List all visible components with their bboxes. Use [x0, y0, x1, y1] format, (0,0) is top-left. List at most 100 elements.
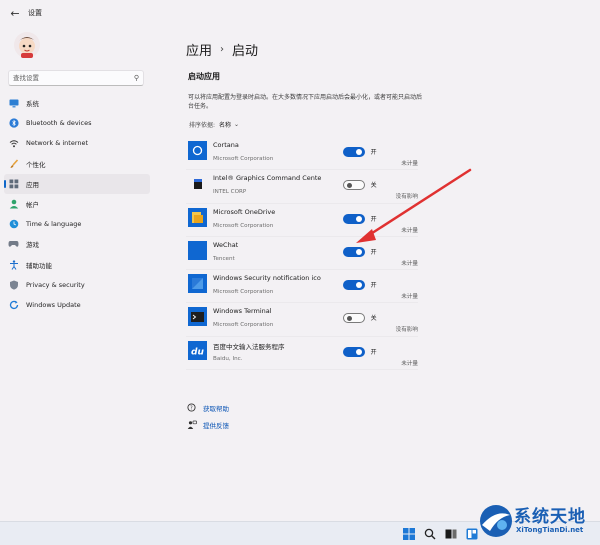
startup-impact: 未计量 — [401, 294, 418, 301]
app-name: Cortana — [213, 141, 239, 149]
app-name: Windows Security notification icon — [213, 274, 321, 283]
sidebar-item-label: Network & internet — [26, 139, 89, 148]
sidebar-item-accessibility[interactable]: 辅助功能 — [4, 255, 150, 275]
breadcrumb-parent[interactable]: 应用 — [186, 40, 212, 59]
app-name: WeChat — [213, 240, 239, 249]
toggle-state-label: 开 — [370, 282, 377, 290]
app-name: Intel® Graphics Command Center S... — [213, 174, 321, 183]
chevron-down-icon[interactable]: ⌄ — [234, 121, 239, 128]
startup-impact: 未计量 — [401, 360, 418, 367]
back-arrow-icon[interactable]: ← — [4, 2, 26, 24]
section-description: 可以将应用配置为登录时启动。在大多数情况下应用启动后会最小化，或者可能只启动后台… — [188, 94, 423, 110]
toggle-state-label: 开 — [370, 348, 377, 356]
app-publisher: Microsoft Corporation — [213, 289, 274, 296]
sidebar-item-windows-update[interactable]: Windows Update — [4, 295, 150, 315]
list-item: Cortana Microsoft Corporation 开 未计量 — [186, 137, 418, 171]
toggle-state-label: 开 — [370, 149, 377, 156]
sidebar-item-label: 个性化 — [26, 160, 46, 169]
section-title: 启动应用 — [188, 72, 220, 81]
globe-clock-icon — [8, 219, 19, 230]
wifi-icon — [8, 138, 19, 149]
avatar[interactable] — [12, 30, 42, 60]
list-item: Intel® Graphics Command Center S... INTE… — [186, 170, 418, 204]
sidebar-item-network-internet[interactable]: Network & internet — [4, 133, 150, 153]
search-icon[interactable]: ⚲ — [134, 74, 139, 82]
terminal-icon — [188, 307, 207, 327]
gamepad-icon — [8, 239, 19, 250]
app-publisher: Microsoft Corporation — [213, 322, 274, 329]
search-icon[interactable] — [423, 527, 437, 541]
sort-value[interactable]: 名称 — [219, 120, 231, 129]
sidebar-nav: 系统 Bluetooth & devices Network & interne… — [4, 93, 150, 315]
give-feedback-label[interactable]: 提供反馈 — [203, 420, 229, 430]
bluetooth-icon — [8, 118, 19, 129]
watermark-subtitle: XiTongTianDi.net — [516, 526, 584, 534]
task-view-icon[interactable] — [444, 527, 458, 541]
get-help-link[interactable]: ? 获取帮助 — [186, 400, 229, 416]
sidebar-item-label: Windows Update — [26, 300, 81, 309]
toggle-state-label: 开 — [370, 215, 377, 223]
sidebar-item-label: Bluetooth & devices — [26, 119, 92, 128]
sidebar-item-bluetooth-devices[interactable]: Bluetooth & devices — [4, 113, 150, 133]
give-feedback-link[interactable]: 提供反馈 — [186, 417, 229, 433]
window-title: 设置 — [28, 9, 42, 17]
sidebar-item-system[interactable]: 系统 — [4, 93, 150, 113]
startup-impact: 未计量 — [401, 161, 418, 167]
sidebar-item-personalization[interactable]: 个性化 — [4, 154, 150, 174]
search-input[interactable] — [13, 74, 134, 82]
watermark-title: 系统天地 — [514, 507, 586, 527]
toggle-state-label: 关 — [370, 315, 377, 323]
list-item: du 百度中文输入法服务程序 Baidu, Inc. 开 未计量 — [186, 337, 418, 371]
startup-toggle[interactable] — [342, 147, 365, 157]
watermark-logo: 系统天地 XiTongTianDi.net — [476, 498, 600, 545]
sort-label: 排序依据: — [189, 122, 216, 129]
app-name: Windows Terminal — [213, 307, 272, 316]
startup-toggle[interactable] — [342, 313, 365, 324]
sidebar-item-label: 帐户 — [26, 201, 39, 210]
chevron-right-icon: › — [220, 44, 225, 55]
list-item: WeChat Tencent 开 未计量 — [186, 237, 418, 271]
startup-app-list: Cortana Microsoft Corporation 开 未计量 Inte… — [186, 137, 418, 371]
startup-impact: 没有影响 — [395, 194, 418, 201]
app-publisher: Tencent — [213, 255, 235, 262]
help-icon: ? — [186, 403, 197, 414]
get-help-label[interactable]: 获取帮助 — [203, 403, 229, 413]
sidebar-item-label: 应用 — [26, 180, 39, 189]
toggle-state-label: 开 — [370, 248, 377, 256]
update-icon — [8, 299, 19, 310]
list-item: Windows Security notification icon Micro… — [186, 270, 418, 304]
shield-icon — [8, 279, 19, 290]
app-name: 百度中文输入法服务程序 — [213, 342, 285, 351]
startup-toggle[interactable] — [342, 346, 365, 357]
svg-text:?: ? — [190, 405, 193, 411]
brush-icon — [8, 158, 19, 169]
list-item: Windows Terminal Microsoft Corporation 关… — [186, 303, 418, 337]
startup-impact: 没有影响 — [395, 327, 418, 334]
sidebar-item-gaming[interactable]: 游戏 — [4, 234, 150, 254]
wechat-icon — [188, 240, 207, 260]
startup-toggle[interactable] — [342, 280, 365, 291]
sidebar-item-label: Privacy & security — [26, 280, 85, 289]
startup-toggle[interactable] — [342, 180, 365, 191]
help-links: ? 获取帮助 提供反馈 — [186, 400, 229, 434]
apps-icon — [8, 178, 19, 189]
sidebar-item-time-language[interactable]: Time & language — [4, 214, 150, 234]
sidebar-item-accounts[interactable]: 帐户 — [4, 194, 150, 214]
cortana-icon — [188, 141, 207, 160]
sidebar-item-label: 辅助功能 — [26, 261, 52, 270]
search-box[interactable]: ⚲ — [8, 70, 144, 86]
accessibility-icon — [8, 259, 19, 270]
sidebar-item-privacy-security[interactable]: Privacy & security — [4, 275, 150, 295]
startup-toggle[interactable] — [342, 246, 365, 257]
startup-toggle[interactable] — [342, 213, 365, 224]
breadcrumb-current: 启动 — [232, 44, 259, 59]
sort-control[interactable]: 排序依据: 名称 ⌄ — [189, 120, 239, 129]
svg-text:du: du — [191, 347, 204, 357]
app-publisher: Microsoft Corporation — [213, 222, 274, 229]
windows-start-icon[interactable] — [402, 527, 416, 541]
baidu-du-icon: du — [188, 340, 207, 360]
monitor-icon — [8, 98, 19, 109]
sidebar-item-apps[interactable]: 应用 — [4, 173, 150, 194]
sidebar-item-label: 游戏 — [26, 241, 39, 250]
app-publisher: INTEL CORP — [213, 189, 247, 196]
